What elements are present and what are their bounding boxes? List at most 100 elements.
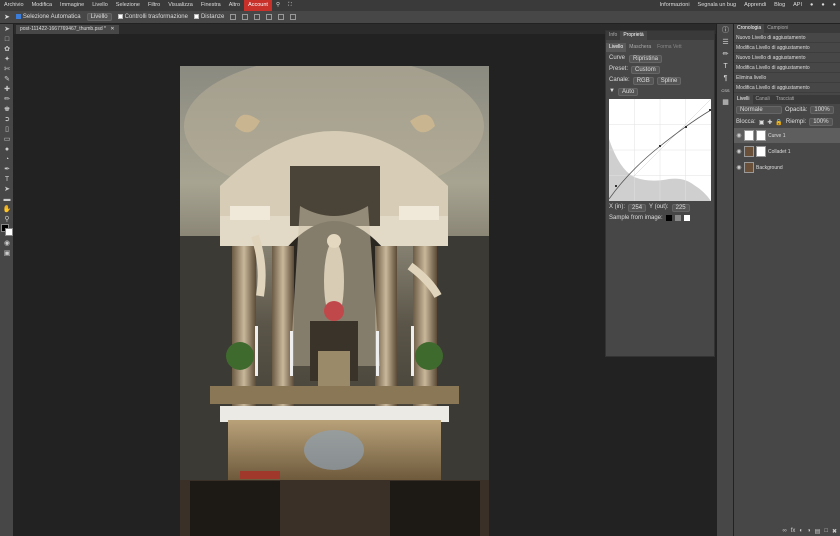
reset-button[interactable]: Ripristina — [629, 55, 663, 63]
tab-cronologia[interactable]: Cronologia — [734, 24, 765, 33]
history-brush-icon[interactable]: ➲ — [0, 114, 14, 124]
stamp-icon[interactable]: ♚ — [0, 104, 14, 114]
visibility-icon[interactable]: ◉ — [734, 164, 744, 171]
document-image[interactable] — [180, 66, 489, 536]
document-tab[interactable]: post-111422-1667769467_thumb.psd * ✕ — [16, 25, 119, 34]
history-item[interactable]: Nuovo Livello di aggiustamento — [734, 33, 840, 43]
black-point-swatch[interactable] — [665, 215, 672, 221]
paragraph-icon[interactable]: ¶ — [717, 72, 734, 84]
y-out-input[interactable]: 225 — [671, 204, 690, 212]
search-icon[interactable]: ⚲ — [272, 0, 284, 11]
pen-icon[interactable]: ✒ — [0, 164, 14, 174]
distances-checkbox[interactable] — [193, 13, 199, 19]
transform-option[interactable]: Controlli trasformazione — [117, 13, 188, 20]
tab-properties[interactable]: Proprietà — [620, 31, 647, 40]
path-select-icon[interactable]: ➤ — [0, 184, 14, 194]
marquee-icon[interactable]: □ — [0, 34, 14, 44]
visibility-icon[interactable]: ◉ — [734, 148, 744, 155]
adjustment-icon[interactable]: ◑ — [807, 528, 811, 534]
brush-settings-icon[interactable]: ✏ — [717, 48, 734, 60]
lock-position-icon[interactable]: ✚ — [767, 119, 772, 126]
shape-icon[interactable]: ▬ — [0, 194, 14, 204]
effects-icon[interactable]: fx — [791, 528, 796, 534]
align-top-icon[interactable] — [266, 14, 273, 20]
properties-icon[interactable]: ☰ — [717, 36, 734, 48]
menu-archivio[interactable]: Archivio — [0, 0, 28, 11]
spline-dropdown[interactable]: Spline — [656, 77, 682, 85]
css-icon[interactable]: CSS — [717, 84, 734, 96]
healing-icon[interactable]: ✚ — [0, 84, 14, 94]
brush-icon[interactable]: ✏ — [0, 94, 14, 104]
history-item[interactable]: Nuovo Livello di aggiustamento — [734, 53, 840, 63]
menu-livello[interactable]: Livello — [88, 0, 112, 11]
subtab-maschera[interactable]: Maschera — [626, 43, 654, 52]
menu-altro[interactable]: Altro — [225, 0, 244, 11]
auto-select-option[interactable]: Selezione Automatica — [15, 13, 81, 20]
lock-pixels-icon[interactable]: ▣ — [759, 119, 765, 126]
facebook-icon[interactable]: ● — [829, 0, 840, 11]
magic-wand-icon[interactable]: ✦ — [0, 54, 14, 64]
layer-row[interactable]: ◉ Colladet 1 — [734, 144, 840, 159]
tab-tracciati[interactable]: Tracciati — [773, 95, 798, 104]
history-item[interactable]: Modifica Livello di aggiustamento — [734, 83, 840, 93]
menu-informazioni[interactable]: Informazioni — [656, 0, 694, 11]
blur-icon[interactable]: ● — [0, 144, 14, 154]
history-item[interactable]: Elimina livello — [734, 73, 840, 83]
menu-filtro[interactable]: Filtro — [144, 0, 164, 11]
align-center-icon[interactable] — [242, 14, 249, 20]
info-icon[interactable]: ⓘ — [717, 24, 734, 36]
white-point-swatch[interactable] — [683, 215, 690, 221]
curve-graph[interactable] — [608, 98, 712, 202]
zoom-icon[interactable]: ⚲ — [0, 214, 14, 224]
hand-icon[interactable]: ✋ — [0, 204, 14, 214]
menu-apprendi[interactable]: Apprendi — [740, 0, 770, 11]
tab-canali[interactable]: Canali — [753, 95, 773, 104]
x-in-input[interactable]: 254 — [628, 204, 647, 212]
layer-mask-thumb[interactable] — [756, 146, 766, 157]
dodge-icon[interactable]: ◔ — [0, 154, 14, 164]
close-tab-icon[interactable]: ✕ — [110, 26, 114, 32]
layer-row[interactable]: ◉ Background — [734, 160, 840, 175]
menu-api[interactable]: API — [789, 0, 806, 11]
align-left-icon[interactable] — [230, 14, 237, 20]
layer-mask-thumb[interactable] — [756, 130, 766, 141]
menu-visualizza[interactable]: Visualizza — [164, 0, 197, 11]
menu-finestra[interactable]: Finestra — [197, 0, 225, 11]
menu-account[interactable]: Account — [244, 0, 272, 11]
expand-icon[interactable]: ▼ — [609, 88, 615, 96]
visibility-icon[interactable]: ◉ — [734, 132, 744, 139]
menu-modifica[interactable]: Modifica — [28, 0, 56, 11]
menu-blog[interactable]: Blog — [770, 0, 789, 11]
subtab-livello[interactable]: Livello — [606, 43, 627, 52]
crop-icon[interactable]: ✄ — [0, 64, 14, 74]
tab-campioni[interactable]: Campioni — [764, 24, 791, 33]
folder-icon[interactable]: ▤ — [815, 528, 821, 535]
eyedropper-icon[interactable]: ✎ — [0, 74, 14, 84]
align-bottom-icon[interactable] — [290, 14, 297, 20]
lock-all-icon[interactable]: 🔒 — [775, 119, 782, 126]
auto-select-checkbox[interactable] — [15, 13, 21, 19]
character-icon[interactable]: T — [717, 60, 734, 72]
channel-dropdown[interactable]: RGB — [632, 77, 654, 85]
twitter-icon[interactable]: ● — [817, 0, 828, 11]
blend-mode-dropdown[interactable]: Normale — [736, 106, 782, 114]
trash-icon[interactable]: ✖ — [832, 528, 837, 535]
history-item[interactable]: Modifica Livello di aggiustamento — [734, 63, 840, 73]
gradient-icon[interactable]: ▭ — [0, 134, 14, 144]
tab-livelli[interactable]: Livelli — [734, 95, 753, 104]
gray-point-swatch[interactable] — [674, 215, 681, 221]
type-icon[interactable]: T — [0, 174, 14, 184]
image-icon[interactable]: ▦ — [717, 96, 734, 108]
menu-segnala-bug[interactable]: Segnala un bug — [694, 0, 741, 11]
color-swatches[interactable] — [0, 224, 14, 238]
move-icon[interactable]: ➤ — [0, 24, 14, 34]
fullscreen-icon[interactable]: ⛶ — [284, 0, 296, 11]
preset-dropdown[interactable]: Custom — [631, 66, 660, 74]
fill-input[interactable]: 100% — [809, 118, 833, 126]
screen-mode-icon[interactable]: ▣ — [0, 248, 14, 258]
move-tool-icon[interactable]: ➤ — [4, 13, 10, 21]
reddit-icon[interactable]: ● — [806, 0, 817, 11]
menu-selezione[interactable]: Selezione — [112, 0, 144, 11]
eraser-icon[interactable]: ▯ — [0, 124, 14, 134]
tab-info[interactable]: Info — [606, 31, 620, 40]
